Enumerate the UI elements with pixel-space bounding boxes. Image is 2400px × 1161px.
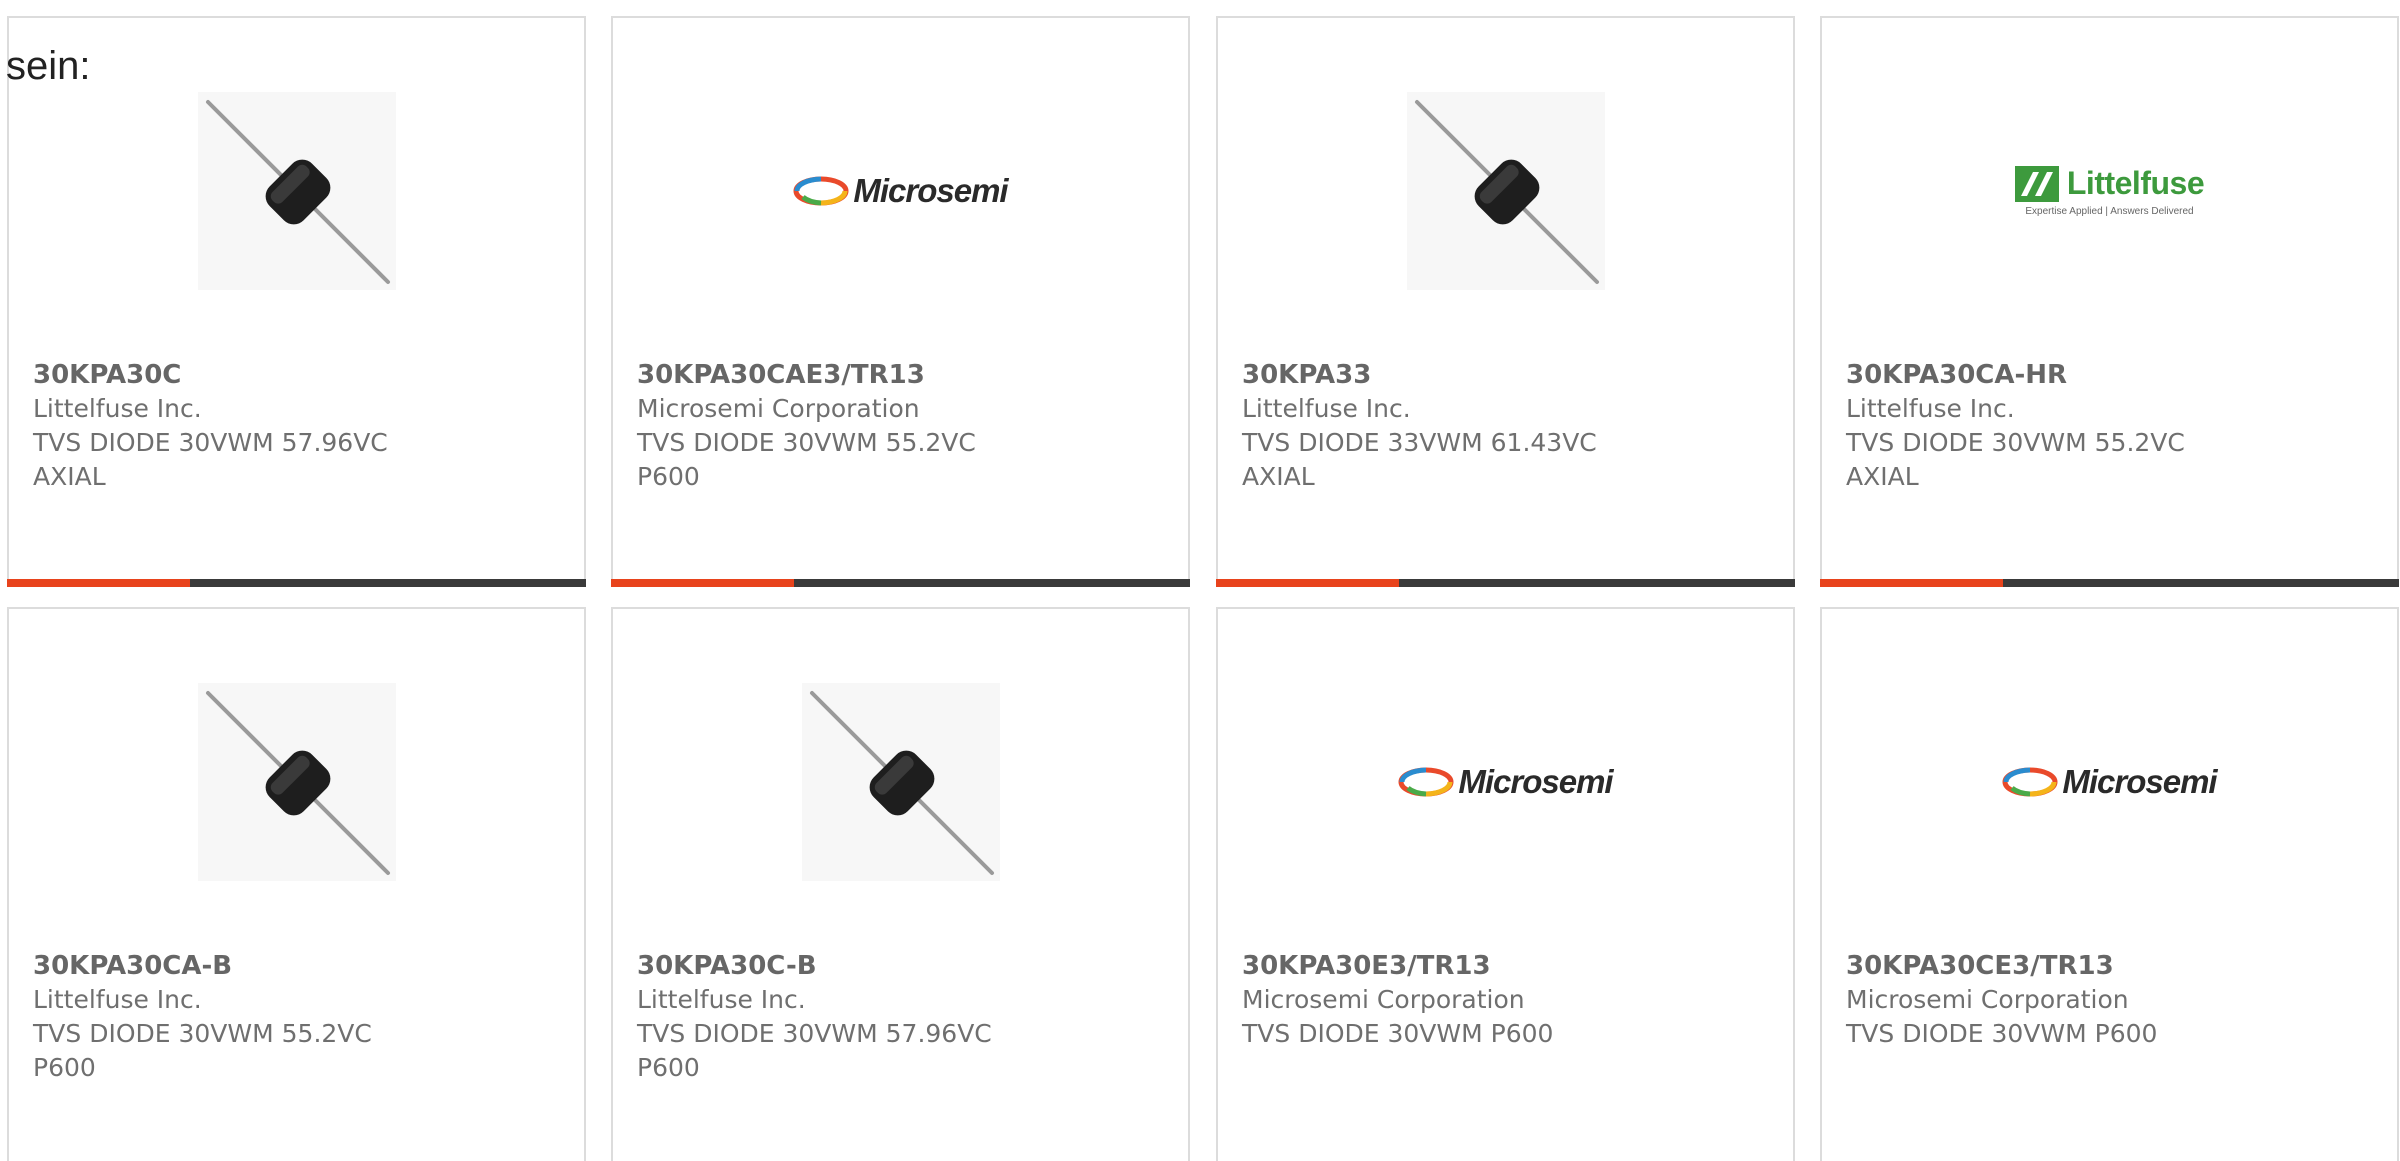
diode-image [197,683,396,881]
card-bottom-bar [611,579,1190,587]
intro-text: sein: [6,44,91,88]
product-image: Microsemi [1822,677,2397,887]
manufacturer: Littelfuse Inc. [33,985,202,1014]
manufacturer: Littelfuse Inc. [637,985,806,1014]
description: TVS DIODE 30VWM P600 [1846,1019,2158,1048]
product-card[interactable]: 30KPA33 Littelfuse Inc. TVS DIODE 33VWM … [1216,16,1795,587]
product-card[interactable]: 30KPA30C-B Littelfuse Inc. TVS DIODE 30V… [611,607,1190,1161]
product-image: Littelfuse Expertise Applied | Answers D… [1822,86,2397,296]
product-image [9,86,584,296]
product-card[interactable]: Microsemi 30KPA30CAE3/TR13 Microsemi Cor… [611,16,1190,587]
part-number[interactable]: 30KPA30CA-HR [1846,358,2246,392]
card-bottom-bar [1216,579,1795,587]
diode-image [197,92,396,290]
manufacturer: Littelfuse Inc. [1846,394,2015,423]
littelfuse-logo: Littelfuse Expertise Applied | Answers D… [2014,165,2205,217]
description: TVS DIODE 30VWM P600 [1242,1019,1554,1048]
part-number[interactable]: 30KPA30E3/TR13 [1242,949,1642,983]
product-card[interactable]: Microsemi 30KPA30CE3/TR13 Microsemi Corp… [1820,607,2399,1161]
manufacturer: Microsemi Corporation [1242,985,1525,1014]
product-card[interactable]: Littelfuse Expertise Applied | Answers D… [1820,16,2399,587]
part-number[interactable]: 30KPA30C [33,358,433,392]
product-image [9,677,584,887]
diode-image [1406,92,1605,290]
description: TVS DIODE 30VWM 55.2VC AXIAL [1846,428,2185,491]
product-card[interactable]: 30KPA30CA-B Littelfuse Inc. TVS DIODE 30… [7,607,586,1161]
manufacturer: Microsemi Corporation [637,394,920,423]
description: TVS DIODE 30VWM 55.2VC P600 [33,1019,372,1082]
description: TVS DIODE 33VWM 61.43VC AXIAL [1242,428,1597,491]
part-number[interactable]: 30KPA30CE3/TR13 [1846,949,2246,983]
part-number[interactable]: 30KPA30CAE3/TR13 [637,358,1037,392]
product-image: Microsemi [613,86,1188,296]
product-grid: 30KPA30C Littelfuse Inc. TVS DIODE 30VWM… [0,0,2400,1161]
part-number[interactable]: 30KPA30C-B [637,949,1037,983]
part-number[interactable]: 30KPA33 [1242,358,1642,392]
manufacturer: Littelfuse Inc. [33,394,202,423]
product-card[interactable]: Microsemi 30KPA30E3/TR13 Microsemi Corpo… [1216,607,1795,1161]
description: TVS DIODE 30VWM 55.2VC P600 [637,428,976,491]
diode-image [801,683,1000,881]
product-image [613,677,1188,887]
product-image: Microsemi [1218,677,1793,887]
product-card[interactable]: 30KPA30C Littelfuse Inc. TVS DIODE 30VWM… [7,16,586,587]
description: TVS DIODE 30VWM 57.96VC P600 [637,1019,992,1082]
manufacturer: Littelfuse Inc. [1242,394,1411,423]
card-bottom-bar [1820,579,2399,587]
manufacturer: Microsemi Corporation [1846,985,2129,1014]
microsemi-logo: Microsemi [2002,763,2218,801]
product-image [1218,86,1793,296]
microsemi-logo: Microsemi [793,172,1009,210]
part-number[interactable]: 30KPA30CA-B [33,949,433,983]
description: TVS DIODE 30VWM 57.96VC AXIAL [33,428,388,491]
microsemi-logo: Microsemi [1398,763,1614,801]
card-bottom-bar [7,579,586,587]
